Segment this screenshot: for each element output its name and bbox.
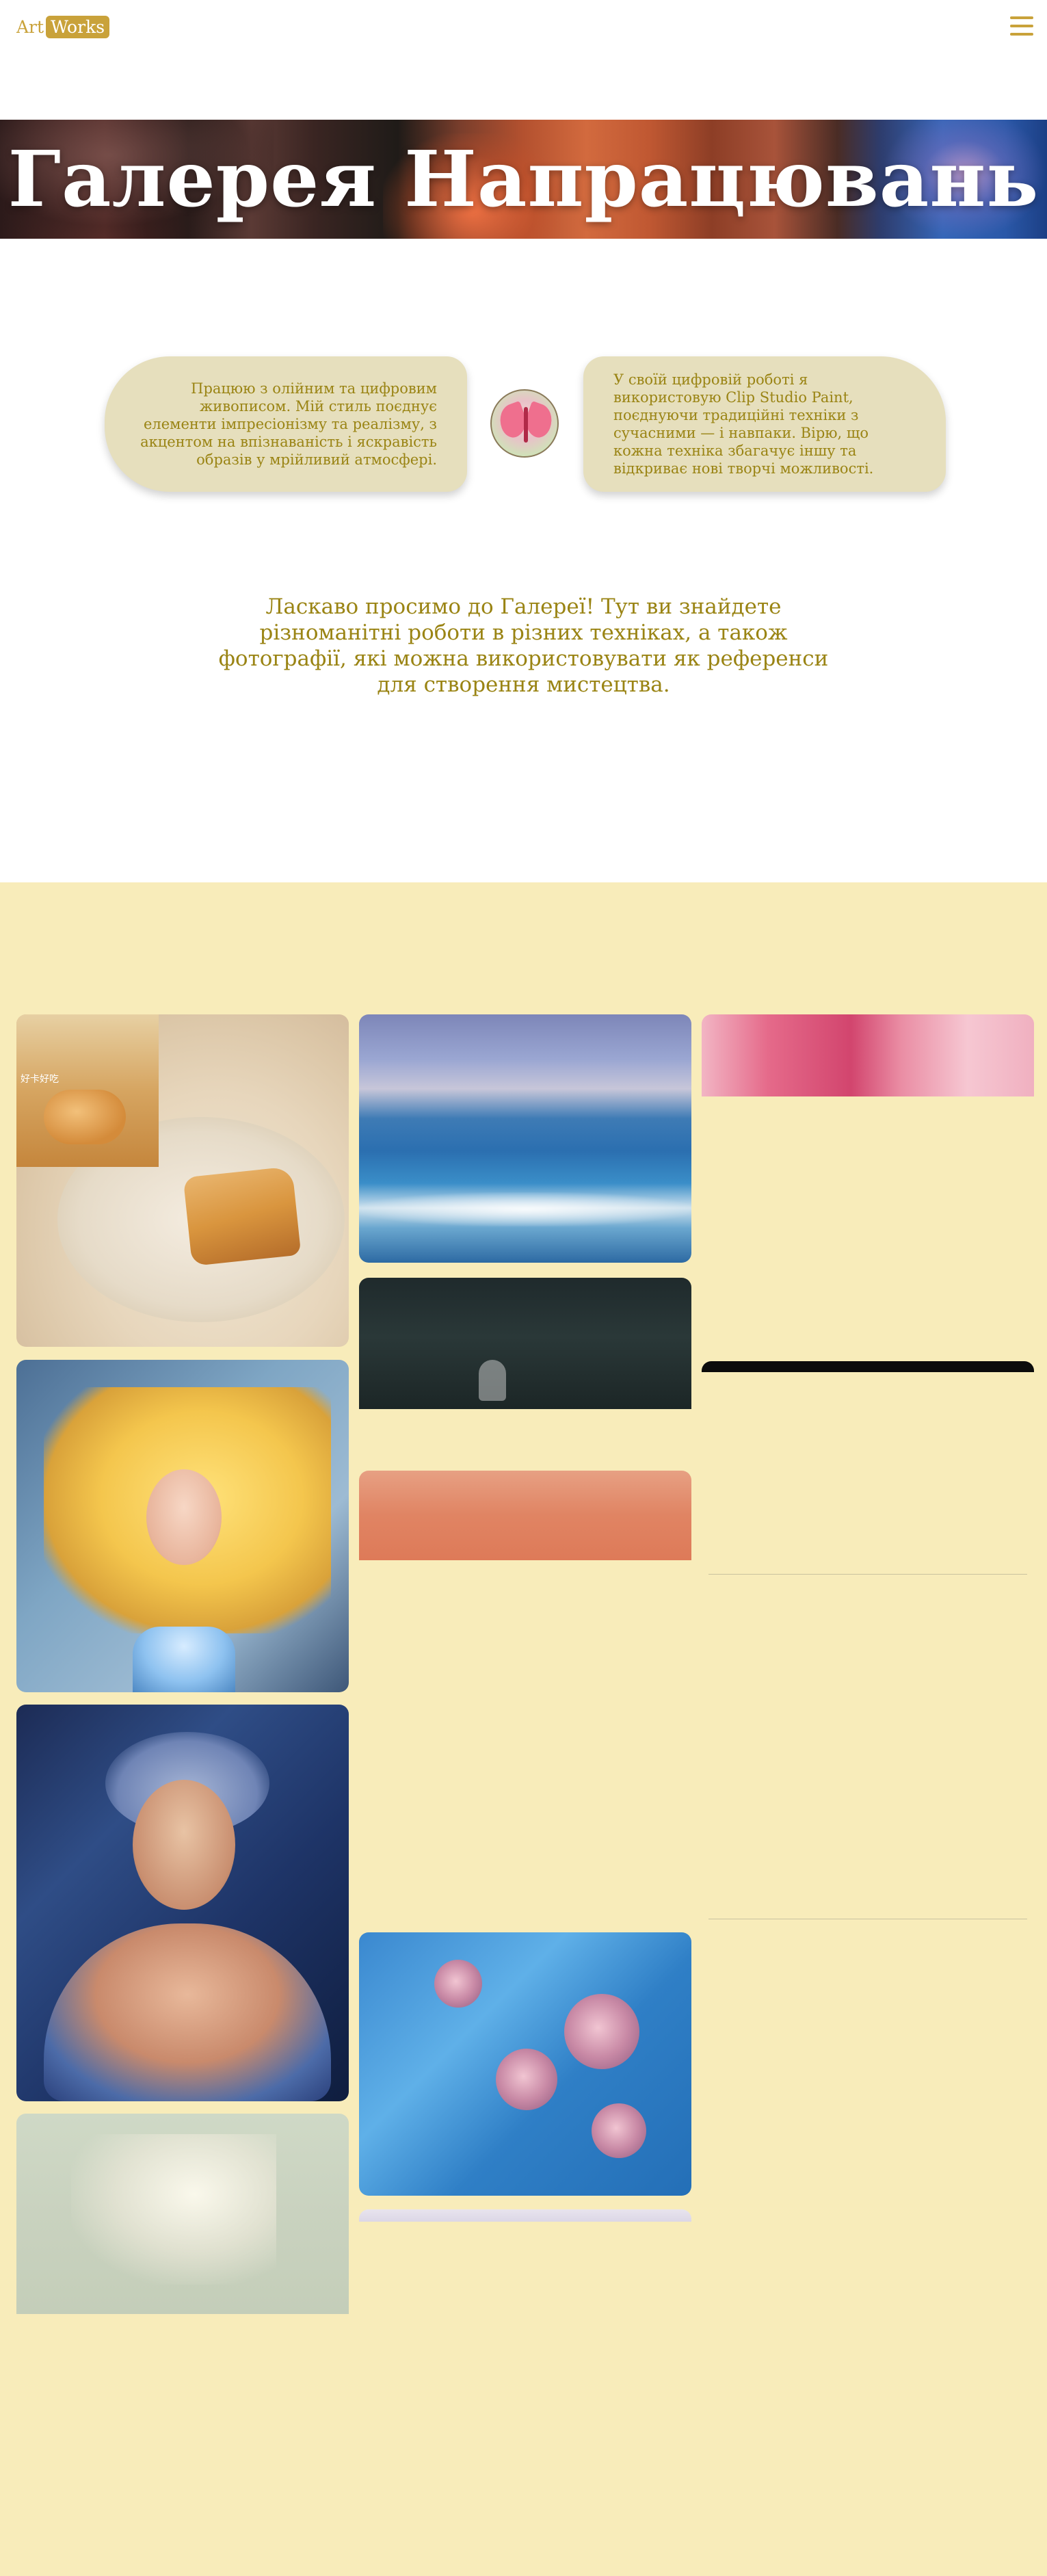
gallery-image-sea[interactable] <box>359 1014 691 1263</box>
intro-text-left: Працюю з олійним та цифровим живописом. … <box>140 380 437 468</box>
wave-foam <box>359 1192 691 1226</box>
inset-overlay-text: 好卡好吃 <box>21 1074 59 1085</box>
logo[interactable]: Art Works <box>16 13 110 40</box>
gallery-image-loading[interactable] <box>702 1361 1034 1372</box>
logo-works-badge: Works <box>46 15 110 38</box>
gallery-image-feather-portrait[interactable] <box>16 2114 349 2314</box>
ghost-figure <box>479 1360 506 1401</box>
body-shape <box>44 1923 331 2101</box>
rose-shape <box>434 1960 482 2008</box>
hero-banner: Галерея Напрацювань <box>0 120 1047 239</box>
divider <box>708 1574 1027 1575</box>
dress-shape <box>133 1627 235 1692</box>
face-shape <box>146 1469 222 1565</box>
intro-bubble-right: У своїй цифровій роботі я використовую C… <box>583 356 946 492</box>
welcome-text: Ласкаво просимо до Галереї! Тут ви знайд… <box>218 594 829 697</box>
menu-line <box>1010 33 1033 36</box>
hamburger-menu-icon[interactable] <box>1010 16 1033 36</box>
gallery-image-wings[interactable] <box>702 1014 1034 1096</box>
page-title: Галерея Напрацювань <box>8 134 1039 224</box>
rose-shape <box>564 1994 639 2069</box>
cake-shape <box>183 1166 302 1267</box>
butterfly-body <box>524 407 528 443</box>
gallery-image-pastry[interactable]: 好卡好吃 <box>16 1014 349 1347</box>
gallery-image-lilac[interactable] <box>359 2209 691 2222</box>
gallery-image-blonde-woman[interactable] <box>16 1360 349 1692</box>
gallery-image-woman-with-roses[interactable] <box>16 1705 349 2101</box>
bun-shape <box>44 1090 126 1144</box>
reference-photo-inset: 好卡好吃 <box>16 1014 159 1167</box>
rose-shape <box>496 2049 557 2110</box>
menu-line <box>1010 25 1033 27</box>
intro-text-right: У своїй цифровій роботі я використовую C… <box>613 371 874 477</box>
gallery-image-orange[interactable] <box>359 1471 691 1560</box>
gallery-image-roses[interactable] <box>359 1932 691 2196</box>
menu-line <box>1010 16 1033 19</box>
butterfly-avatar-icon <box>490 389 559 458</box>
feather-wisp <box>71 2134 276 2285</box>
logo-art-text: Art <box>16 16 44 37</box>
intro-bubble-left: Працюю з олійним та цифровим живописом. … <box>105 356 467 492</box>
face-shape <box>133 1780 235 1910</box>
gallery-image-dark-room[interactable] <box>359 1278 691 1409</box>
rose-shape <box>592 2103 646 2158</box>
